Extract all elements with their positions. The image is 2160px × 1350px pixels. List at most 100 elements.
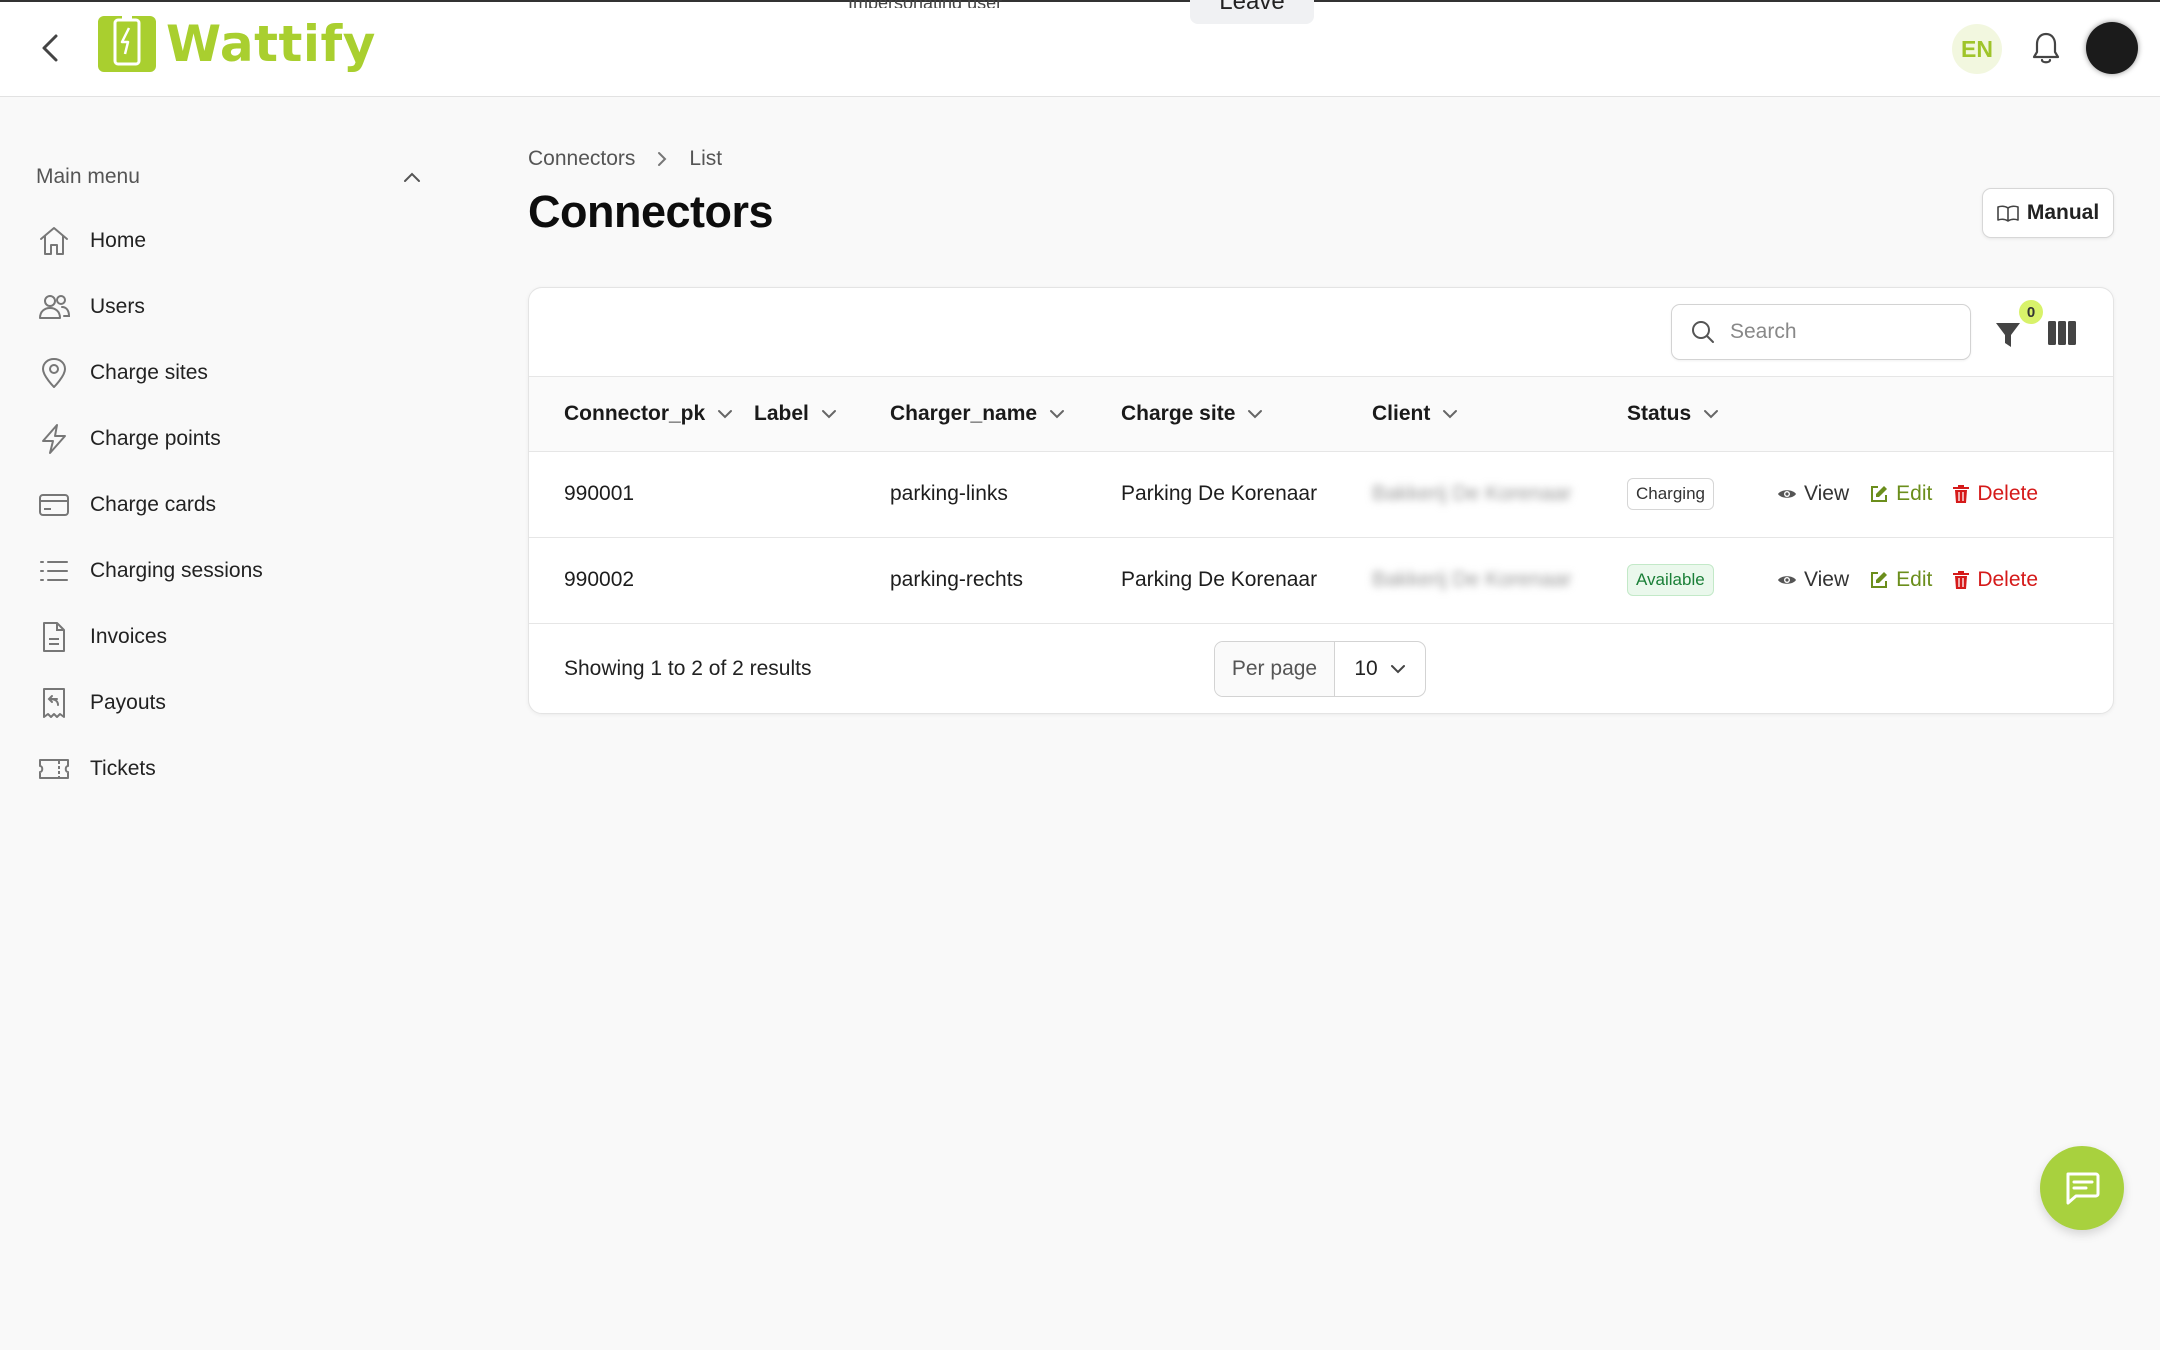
delete-label: Delete: [1977, 482, 2039, 505]
delete-button[interactable]: Delete: [1952, 482, 2038, 506]
chevron-down-icon: [821, 409, 836, 419]
main-menu-label: Main menu: [36, 165, 140, 188]
pagination-bar: Showing 1 to 2 of 2 results Per page 10: [529, 624, 2113, 713]
manual-label: Manual: [2026, 201, 2100, 224]
sidebar-item-charge-sites[interactable]: Charge sites: [36, 340, 436, 406]
cell-connector-pk: 990001: [564, 482, 635, 505]
edit-label: Edit: [1896, 482, 1933, 505]
delete-button[interactable]: Delete: [1952, 568, 2038, 592]
chevron-down-icon: [1390, 665, 1405, 674]
cell-status: Available: [1627, 537, 1777, 623]
sidebar-item-charge-cards[interactable]: Charge cards: [36, 472, 436, 538]
receipt-icon: [36, 685, 72, 721]
cell-charger-name: parking-rechts: [890, 568, 1024, 591]
breadcrumb: Connectors List: [528, 147, 722, 171]
sidebar-item-label: Invoices: [90, 625, 168, 648]
sidebar-item-home[interactable]: Home: [36, 208, 436, 274]
sidebar-item-label: Payouts: [90, 691, 166, 714]
per-page-select[interactable]: 10: [1335, 657, 1425, 681]
lightning-icon: [36, 421, 72, 457]
chevron-down-icon: [1050, 409, 1065, 419]
column-label: Status: [1627, 401, 1692, 425]
cell-charge-site: Parking De Korenaar: [1121, 568, 1318, 591]
cell-charger-name: parking-links: [890, 482, 1008, 505]
cell-actions: View Edit Delete: [1777, 451, 2113, 537]
column-label: Connector_pk: [564, 401, 706, 425]
chevron-down-icon: [1248, 409, 1263, 419]
bell-icon[interactable]: [2030, 30, 2062, 66]
impersonation-text: Impersonating user: [848, 0, 1158, 8]
top-bar: Impersonating user Leave Wattify EN: [0, 0, 2160, 97]
chat-bubble-icon: [2066, 1172, 2100, 1205]
status-badge: Charging: [1627, 478, 1714, 510]
app-logo[interactable]: Wattify: [98, 14, 376, 74]
sidebar-item-payouts[interactable]: Payouts: [36, 670, 436, 736]
cell-actions: View Edit Delete: [1777, 537, 2113, 623]
chevron-up-icon: [404, 172, 420, 182]
table-toolbar: 0: [529, 288, 2113, 377]
columns-icon[interactable]: [2047, 320, 2077, 346]
edit-button[interactable]: Edit: [1869, 482, 1932, 506]
per-page-control: Per page 10: [1214, 641, 1426, 697]
search-box[interactable]: [1671, 304, 1971, 360]
cell-connector-pk: 990002: [564, 568, 635, 591]
column-header-charge-site[interactable]: Charge site: [1121, 377, 1372, 452]
sidebar-item-label: Tickets: [90, 757, 156, 780]
sidebar-item-tickets[interactable]: Tickets: [36, 736, 436, 802]
cell-label: [754, 451, 890, 537]
column-label: Client: [1372, 401, 1431, 425]
column-header-client[interactable]: Client: [1372, 377, 1627, 452]
column-label: Label: [754, 401, 809, 425]
leave-button[interactable]: Leave: [1190, 0, 1314, 24]
chevron-down-icon: [718, 409, 733, 419]
chat-button[interactable]: [2040, 1146, 2124, 1230]
view-button[interactable]: View: [1777, 568, 1849, 592]
back-arrow-icon[interactable]: [34, 28, 70, 68]
sidebar-item-label: Home: [90, 229, 147, 252]
results-summary: Showing 1 to 2 of 2 results: [564, 657, 812, 680]
breadcrumb-link-connectors[interactable]: Connectors: [528, 147, 635, 171]
sidebar-item-label: Charge sites: [90, 361, 208, 384]
cell-label: [754, 537, 890, 623]
chevron-down-icon: [1704, 409, 1719, 419]
list-icon: [36, 553, 72, 589]
client-name-redacted: Bakkerij De Korenaar: [1372, 568, 1572, 591]
filter-icon[interactable]: [1993, 318, 2023, 352]
client-name-redacted: Bakkerij De Korenaar: [1372, 482, 1572, 505]
column-label: Charge site: [1121, 401, 1236, 425]
sidebar-item-label: Charging sessions: [90, 559, 263, 582]
main-menu: Home Users Charge sites Charge points Ch…: [36, 208, 436, 802]
user-avatar[interactable]: [2086, 22, 2138, 74]
column-header-status[interactable]: Status: [1627, 377, 1777, 452]
search-input[interactable]: [1730, 320, 1950, 344]
manual-button[interactable]: Manual: [1982, 188, 2114, 238]
status-badge: Available: [1627, 564, 1714, 596]
document-icon: [36, 619, 72, 655]
trash-icon: [1953, 485, 1970, 503]
table-row: 990001 parking-links Parking De Korenaar…: [529, 451, 2113, 537]
main-menu-toggle[interactable]: Main menu: [36, 162, 422, 192]
sidebar-item-label: Charge cards: [90, 493, 217, 516]
cell-status: Charging: [1627, 451, 1777, 537]
sidebar-item-charging-sessions[interactable]: Charging sessions: [36, 538, 436, 604]
trash-icon: [1953, 571, 1970, 589]
column-header-connector-pk[interactable]: Connector_pk: [529, 377, 754, 452]
sidebar-item-label: Charge points: [90, 427, 221, 450]
table-header-row: Connector_pk Label Charger_name Charge s…: [529, 377, 2113, 452]
per-page-value: 10: [1354, 657, 1378, 680]
sidebar-item-invoices[interactable]: Invoices: [36, 604, 436, 670]
sidebar-item-charge-points[interactable]: Charge points: [36, 406, 436, 472]
search-icon: [1692, 321, 1714, 343]
sidebar-item-users[interactable]: Users: [36, 274, 436, 340]
view-button[interactable]: View: [1777, 482, 1849, 506]
column-header-label[interactable]: Label: [754, 377, 890, 452]
language-switcher[interactable]: EN: [1952, 24, 2002, 74]
brand-name: Wattify: [166, 15, 376, 73]
edit-button[interactable]: Edit: [1869, 568, 1932, 592]
sidebar-item-label: Users: [90, 295, 145, 318]
column-header-charger-name[interactable]: Charger_name: [890, 377, 1121, 452]
cell-client: Bakkerij De Korenaar: [1372, 451, 1627, 537]
view-label: View: [1804, 568, 1850, 591]
cell-client: Bakkerij De Korenaar: [1372, 537, 1627, 623]
table-row: 990002 parking-rechts Parking De Korenaa…: [529, 537, 2113, 623]
